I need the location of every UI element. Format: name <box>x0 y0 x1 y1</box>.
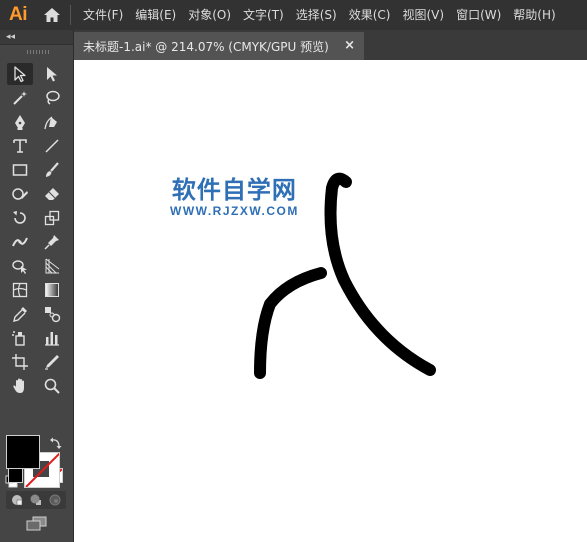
blend-tool[interactable] <box>39 303 65 325</box>
app-logo: Ai <box>9 4 28 25</box>
blend-icon <box>45 307 61 323</box>
swap-fill-stroke-button[interactable] <box>49 435 63 449</box>
rectangle-icon <box>12 164 28 176</box>
slice-tool[interactable] <box>39 351 65 373</box>
type-tool[interactable] <box>7 135 33 157</box>
rectangle-tool[interactable] <box>7 159 33 181</box>
zoom-tool[interactable] <box>39 375 65 397</box>
draw-behind-icon[interactable] <box>29 493 43 507</box>
shape-builder-icon <box>12 260 27 274</box>
curvature-icon <box>44 116 57 130</box>
line-segment-tool[interactable] <box>39 135 65 157</box>
hand-icon <box>13 378 24 393</box>
menu-bar: Ai 文件(F) 编辑(E) 对象(O) 文字(T) 选择(S) 效果(C) 视… <box>0 0 587 30</box>
home-icon <box>44 8 60 22</box>
swap-fill-stroke-icon <box>50 437 62 449</box>
paintbrush-icon <box>46 162 59 177</box>
line-segment-icon <box>45 139 59 153</box>
type-icon <box>13 139 27 153</box>
paintbrush-tool[interactable] <box>39 159 65 181</box>
tools-panel: ◂◂ <box>0 30 74 542</box>
zoom-icon <box>44 378 60 394</box>
menu-edit[interactable]: 编辑(E) <box>129 0 182 30</box>
menu-select[interactable]: 选择(S) <box>290 0 343 30</box>
menu-effect[interactable]: 效果(C) <box>343 0 397 30</box>
mesh-icon <box>12 282 28 298</box>
pen-tool[interactable] <box>7 111 33 133</box>
selection-arrow-icon <box>14 66 26 83</box>
artboard-icon <box>12 354 28 370</box>
shaper-tool[interactable] <box>7 183 33 205</box>
draw-inside-icon[interactable] <box>48 493 62 507</box>
artwork-stroke-left <box>254 267 327 379</box>
menu-window[interactable]: 窗口(W) <box>450 0 507 30</box>
symbol-sprayer-tool[interactable] <box>7 327 33 349</box>
shaper-icon <box>12 188 28 200</box>
lasso-icon <box>46 90 60 105</box>
fill-swatch[interactable] <box>6 435 40 469</box>
rotate-tool[interactable] <box>7 207 33 229</box>
shape-builder-tool[interactable] <box>7 255 33 277</box>
selection-tool[interactable] <box>7 63 33 85</box>
perspective-grid-tool[interactable] <box>39 255 65 277</box>
slice-icon <box>45 355 59 370</box>
magic-wand-icon <box>13 91 27 105</box>
gradient-icon <box>45 283 59 297</box>
document-tab-strip: 未标题-1.ai* @ 214.07% (CMYK/GPU 预览) × <box>74 30 587 60</box>
menu-file[interactable]: 文件(F) <box>77 0 129 30</box>
document-tab-title: 未标题-1.ai* @ 214.07% (CMYK/GPU 预览) <box>83 39 329 54</box>
direct-selection-tool[interactable] <box>39 63 65 85</box>
draw-normal-icon[interactable] <box>10 493 24 507</box>
home-button[interactable] <box>36 0 68 30</box>
menu-help[interactable]: 帮助(H) <box>507 0 561 30</box>
symbol-sprayer-icon <box>12 331 25 346</box>
curvature-tool[interactable] <box>39 111 65 133</box>
eraser-tool[interactable] <box>39 183 65 205</box>
screen-mode-icon <box>26 516 47 531</box>
hand-tool[interactable] <box>7 375 33 397</box>
width-icon <box>12 237 28 247</box>
artwork-stroke-right <box>324 172 436 376</box>
close-icon[interactable]: × <box>344 38 355 53</box>
eyedropper-tool[interactable] <box>7 303 33 325</box>
color-mode-button[interactable] <box>8 468 23 483</box>
eyedropper-icon <box>13 307 27 322</box>
menu-type[interactable]: 文字(T) <box>237 0 290 30</box>
document-tab[interactable]: 未标题-1.ai* @ 214.07% (CMYK/GPU 预览) × <box>74 32 364 60</box>
scale-tool[interactable] <box>39 207 65 229</box>
perspective-grid-icon <box>45 258 60 274</box>
tools-panel-header: ◂◂ <box>0 30 73 45</box>
menu-view[interactable]: 视图(V) <box>396 0 450 30</box>
panel-grip[interactable] <box>27 50 49 54</box>
scale-icon <box>44 210 60 226</box>
artboard-tool[interactable] <box>7 351 33 373</box>
draw-modes-group <box>6 491 66 509</box>
lasso-tool[interactable] <box>39 87 65 109</box>
artboard-canvas[interactable]: 软件自学网 WWW.RJZXW.COM <box>74 60 587 542</box>
gradient-tool[interactable] <box>39 279 65 301</box>
eraser-icon <box>45 188 59 200</box>
rotate-icon <box>13 211 26 224</box>
magic-wand-tool[interactable] <box>7 87 33 109</box>
artwork-strokes <box>254 172 436 379</box>
mesh-tool[interactable] <box>7 279 33 301</box>
collapse-panel-button[interactable]: ◂◂ <box>6 31 15 43</box>
width-tool[interactable] <box>7 231 33 253</box>
screen-mode-button[interactable] <box>24 515 50 533</box>
direct-selection-icon <box>47 67 57 82</box>
column-graph-icon <box>45 332 59 346</box>
menu-separator <box>70 5 71 25</box>
menu-object[interactable]: 对象(O) <box>182 0 237 30</box>
column-graph-tool[interactable] <box>39 327 65 349</box>
puppet-warp-icon <box>44 235 59 250</box>
puppet-warp-tool[interactable] <box>39 231 65 253</box>
pen-icon <box>15 115 25 130</box>
